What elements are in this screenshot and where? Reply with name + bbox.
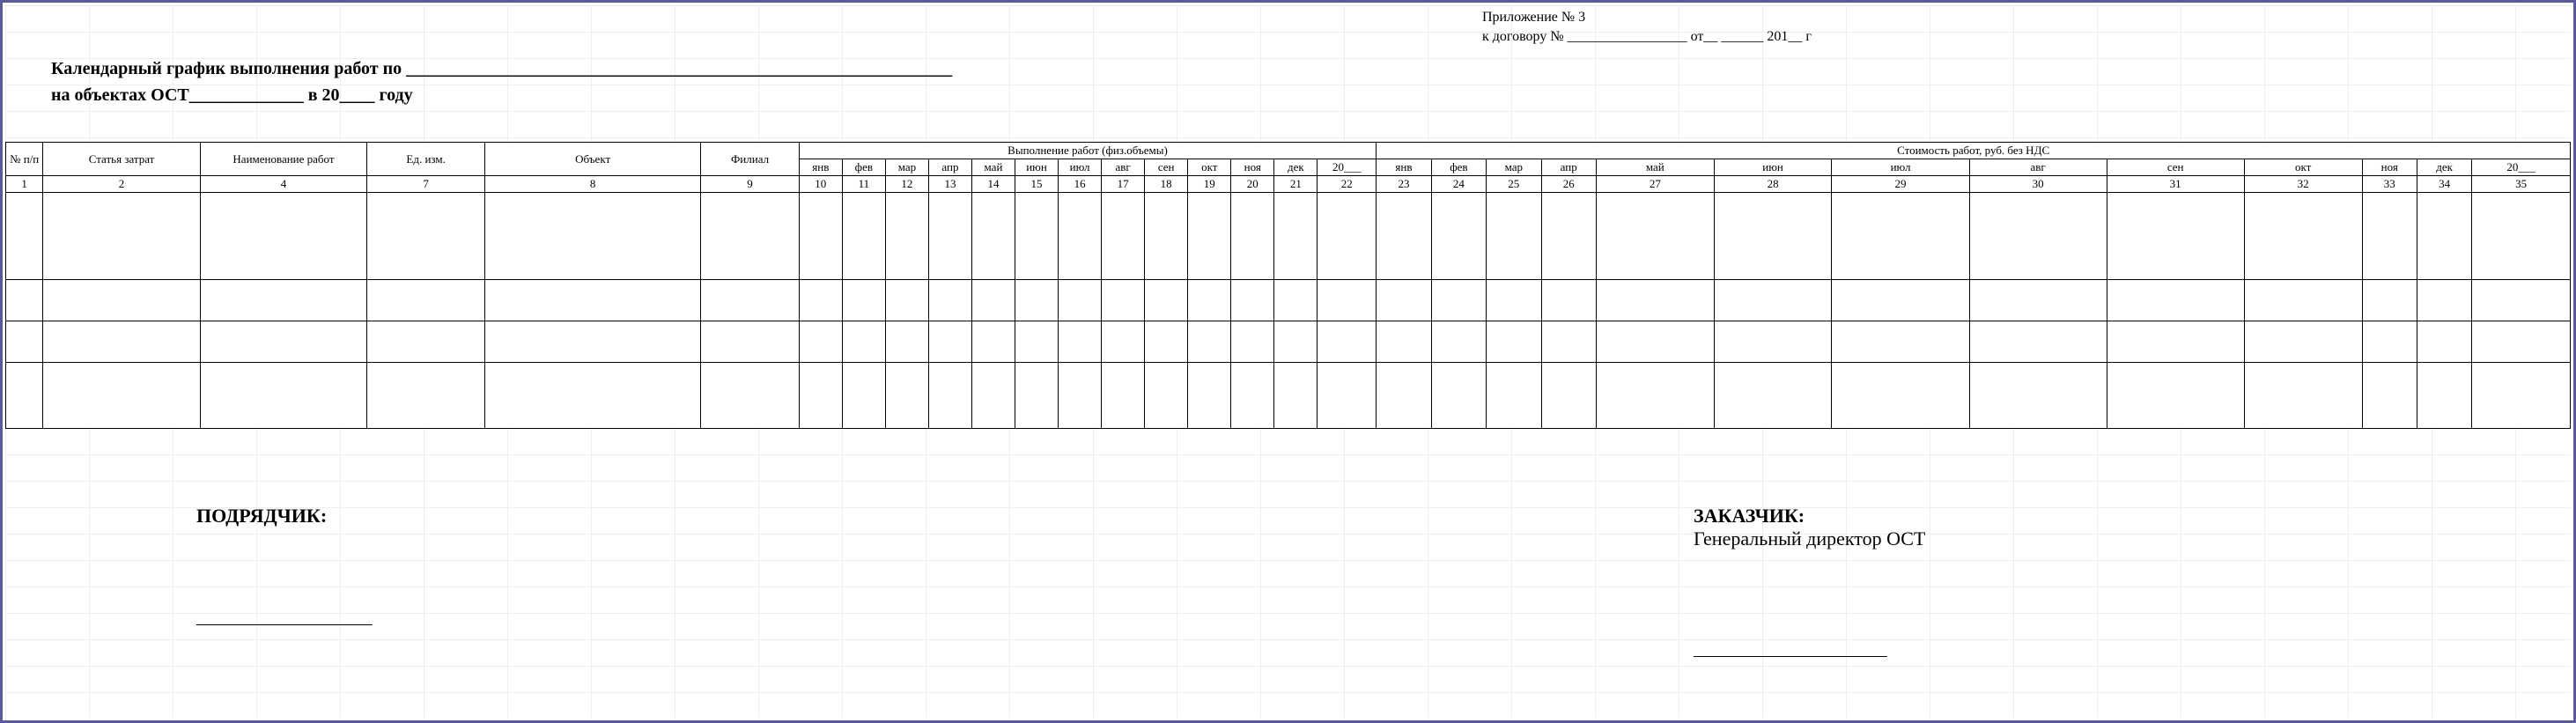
schedule-table: № п/п Статья затрат Наименование работ Е… bbox=[5, 142, 2571, 429]
cost-mar: мар bbox=[1487, 159, 1541, 176]
cn-33: 33 bbox=[2362, 176, 2417, 193]
vol-sep: сен bbox=[1145, 159, 1188, 176]
col-branch: Филиал bbox=[701, 143, 799, 176]
vol-year: 20___ bbox=[1318, 159, 1377, 176]
cn-29: 29 bbox=[1832, 176, 1969, 193]
contractor-block: ПОДРЯДЧИК: bbox=[196, 505, 373, 625]
table-row bbox=[6, 280, 2571, 321]
cn-27: 27 bbox=[1596, 176, 1714, 193]
cn-14: 14 bbox=[971, 176, 1015, 193]
customer-block: ЗАКАЗЧИК: Генеральный директор ОСТ bbox=[1694, 505, 1925, 657]
vol-jul: июл bbox=[1059, 159, 1102, 176]
title-block: Календарный график выполнения работ по _… bbox=[51, 55, 952, 108]
cn-24: 24 bbox=[1431, 176, 1486, 193]
cost-jun: июн bbox=[1714, 159, 1832, 176]
vol-apr: апр bbox=[928, 159, 971, 176]
cn-28: 28 bbox=[1714, 176, 1832, 193]
vol-feb: фев bbox=[842, 159, 885, 176]
cn-34: 34 bbox=[2417, 176, 2471, 193]
cn-26: 26 bbox=[1541, 176, 1596, 193]
cost-may: май bbox=[1596, 159, 1714, 176]
customer-label: ЗАКАЗЧИК: bbox=[1694, 505, 1925, 527]
cn-21: 21 bbox=[1274, 176, 1318, 193]
group-cost: Стоимость работ, руб. без НДС bbox=[1377, 143, 2571, 159]
vol-may: май bbox=[971, 159, 1015, 176]
col-number-row: 1 2 4 7 8 9 10 11 12 13 14 15 16 17 18 1… bbox=[6, 176, 2571, 193]
col-number: № п/п bbox=[6, 143, 43, 176]
cn-4: 4 bbox=[200, 176, 367, 193]
vol-oct: окт bbox=[1188, 159, 1231, 176]
col-object: Объект bbox=[485, 143, 701, 176]
cn-10: 10 bbox=[799, 176, 842, 193]
cn-30: 30 bbox=[1969, 176, 2107, 193]
cn-2: 2 bbox=[43, 176, 200, 193]
vol-mar: мар bbox=[885, 159, 928, 176]
header-row-1: № п/п Статья затрат Наименование работ Е… bbox=[6, 143, 2571, 159]
cost-year: 20___ bbox=[2472, 159, 2571, 176]
cn-15: 15 bbox=[1015, 176, 1059, 193]
vol-nov: ноя bbox=[1231, 159, 1274, 176]
cn-22: 22 bbox=[1318, 176, 1377, 193]
customer-subtitle: Генеральный директор ОСТ bbox=[1694, 527, 1925, 550]
cost-sep: сен bbox=[2107, 159, 2244, 176]
vol-jan: янв bbox=[799, 159, 842, 176]
contractor-label: ПОДРЯДЧИК: bbox=[196, 505, 373, 527]
col-unit: Ед. изм. bbox=[367, 143, 485, 176]
group-volume: Выполнение работ (физ.объемы) bbox=[799, 143, 1376, 159]
vol-aug: авг bbox=[1102, 159, 1145, 176]
cn-9: 9 bbox=[701, 176, 799, 193]
cn-13: 13 bbox=[928, 176, 971, 193]
cn-20: 20 bbox=[1231, 176, 1274, 193]
table-row bbox=[6, 321, 2571, 363]
cn-35: 35 bbox=[2472, 176, 2571, 193]
customer-signature-line bbox=[1694, 638, 1887, 657]
cost-jul: июл bbox=[1832, 159, 1969, 176]
appendix-line1: Приложение № 3 bbox=[1482, 8, 1812, 27]
cn-25: 25 bbox=[1487, 176, 1541, 193]
cn-17: 17 bbox=[1102, 176, 1145, 193]
col-workname: Наименование работ bbox=[200, 143, 367, 176]
cn-18: 18 bbox=[1145, 176, 1188, 193]
cn-11: 11 bbox=[842, 176, 885, 193]
cn-31: 31 bbox=[2107, 176, 2244, 193]
cost-aug: авг bbox=[1969, 159, 2107, 176]
cost-feb: фев bbox=[1431, 159, 1486, 176]
cn-23: 23 bbox=[1377, 176, 1431, 193]
appendix-block: Приложение № 3 к договору № ____________… bbox=[1482, 8, 1812, 47]
cost-apr: апр bbox=[1541, 159, 1596, 176]
cn-8: 8 bbox=[485, 176, 701, 193]
table-row bbox=[6, 193, 2571, 280]
contractor-signature-line bbox=[196, 607, 373, 625]
col-expense: Статья затрат bbox=[43, 143, 200, 176]
vol-dec: дек bbox=[1274, 159, 1318, 176]
vol-jun: июн bbox=[1015, 159, 1059, 176]
cn-1: 1 bbox=[6, 176, 43, 193]
cost-oct: окт bbox=[2244, 159, 2362, 176]
cost-jan: янв bbox=[1377, 159, 1431, 176]
cn-19: 19 bbox=[1188, 176, 1231, 193]
table-row bbox=[6, 363, 2571, 429]
cost-dec: дек bbox=[2417, 159, 2471, 176]
cost-nov: ноя bbox=[2362, 159, 2417, 176]
title-line2: на объектах ОСТ_____________ в 20____ го… bbox=[51, 82, 952, 108]
cn-32: 32 bbox=[2244, 176, 2362, 193]
cn-7: 7 bbox=[367, 176, 485, 193]
title-line1: Календарный график выполнения работ по _… bbox=[51, 55, 952, 82]
appendix-line2: к договору № _________________ от__ ____… bbox=[1482, 27, 1812, 47]
cn-12: 12 bbox=[885, 176, 928, 193]
cn-16: 16 bbox=[1059, 176, 1102, 193]
